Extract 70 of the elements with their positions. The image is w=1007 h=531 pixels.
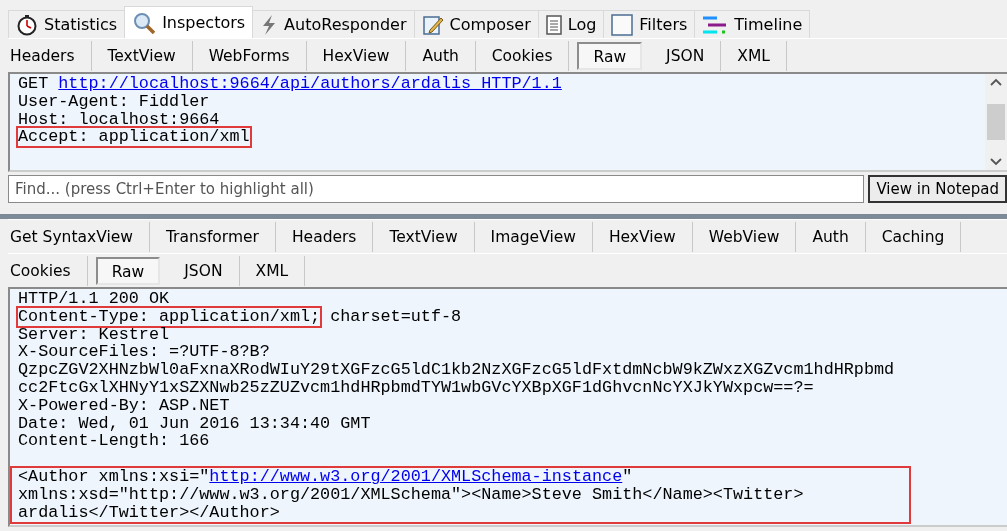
url-link[interactable]: http://www.w3.org/2001/XMLSchema-instance	[209, 468, 623, 486]
scrollbar[interactable]	[985, 74, 1007, 170]
inspector-tab[interactable]: TextView	[91, 40, 193, 71]
tab-label: Timeline	[734, 15, 803, 34]
main-tab[interactable]: AutoResponder	[252, 10, 415, 38]
tab-label: Statistics	[44, 15, 118, 34]
inspector-tab[interactable]: Auth	[406, 40, 476, 71]
request-text-area[interactable]: GET http://localhost:9664/api/authors/ardalis HTTP/1.1 User-Agent: Fiddler Host: localhost:9664 Accept: application/xml	[8, 72, 1007, 172]
tab-label: Inspectors	[162, 13, 246, 32]
code-text: Host: localhost:9664	[18, 110, 220, 129]
inspector-tab[interactable]: WebView	[692, 221, 797, 252]
square-icon	[611, 13, 634, 36]
main-tab[interactable]: Composer	[413, 10, 539, 38]
find-field[interactable]: Find... (press Ctrl+Enter to highlight all)	[8, 175, 865, 203]
inspector-tab[interactable]: JSON	[650, 40, 722, 71]
inspector-tab[interactable]: HexView	[306, 40, 407, 71]
main-tab[interactable]: Statistics	[8, 10, 126, 38]
timeline-icon	[702, 14, 729, 35]
inspector-tab[interactable]: Caching	[865, 221, 962, 252]
code-text: "	[622, 468, 633, 486]
magnifier-icon	[132, 10, 157, 35]
code-text: Date: Wed, 01 Jun 2016 13:34:40 GMT	[18, 414, 371, 433]
code-text: Server: Kestrel	[18, 325, 170, 344]
code-text: HTTP/1.1 200 OK	[18, 290, 170, 308]
inspector-tab[interactable]: Auth	[796, 221, 866, 252]
main-tab[interactable]: Timeline	[694, 10, 811, 38]
code-text: X-Powered-By: ASP.NET	[18, 396, 230, 415]
inspector-tab[interactable]: Headers	[8, 40, 92, 71]
scroll-down-icon[interactable]	[990, 158, 1002, 166]
inspector-tab[interactable]: Transformer	[149, 221, 276, 252]
inspector-tab[interactable]: TextView	[373, 221, 475, 252]
inspector-tab[interactable]: JSON	[168, 255, 240, 286]
code-text: ardalis</Twitter></Author>	[18, 503, 280, 522]
view-in-notepad-button[interactable]: View in Notepad	[868, 175, 1007, 203]
inspector-tab[interactable]: Cookies	[475, 40, 570, 71]
code-text: charset=utf-8	[329, 307, 462, 326]
code-text: X-SourceFiles: =?UTF-8?B?	[18, 343, 270, 362]
code-text: <Author xmlns:xsi="	[18, 468, 210, 486]
inspector-tab[interactable]: Raw	[577, 41, 643, 70]
scroll-thumb[interactable]	[987, 104, 1005, 140]
code-text: User-Agent: Fiddler	[18, 92, 210, 111]
main-tab[interactable]: Log	[537, 10, 605, 38]
code-text: QzpcZGV2XHNzbWl0aFxnaXRodWIuY29tXGFzcG5ldC1kb2NzXGFzcG5ldFxtdmNcbW9kZWxzXGZvcm1hdHRpbmd	[18, 361, 895, 379]
code-text: cc2FtcGxlXHNyY1xSZXNwb25zZUZvcm1hdHRpbmdTYW1wbGVcYXBpXGF1dGhvcnNcYXJkYWxpcw==?=	[18, 379, 814, 397]
url-link[interactable]: http://localhost:9664/api/authors/ardalis HTTP/1.1	[58, 75, 562, 93]
tab-label: Filters	[639, 15, 688, 34]
code-text: xmlns:xsd="http://www.w3.org/2001/XMLSchema"><Name>Steve Smith</Name><Twitter>	[18, 485, 804, 504]
stopwatch-icon	[16, 13, 38, 36]
main-tab[interactable]: Filters	[603, 10, 696, 38]
tab-label: Composer	[449, 15, 531, 34]
inspector-tab[interactable]: Cookies	[8, 255, 88, 286]
scroll-up-icon[interactable]	[990, 78, 1002, 86]
code-text: GET	[18, 75, 50, 93]
code-text: Accept: application/xml	[18, 128, 250, 147]
tab-label: AutoResponder	[284, 15, 407, 34]
document-icon	[545, 14, 562, 35]
main-tab[interactable]: Inspectors	[124, 6, 254, 38]
inspector-tab[interactable]: Raw	[95, 256, 161, 285]
inspector-tab[interactable]: Headers	[275, 221, 374, 252]
notepad-pencil-icon	[421, 13, 444, 36]
inspector-tab[interactable]: HexView	[592, 221, 693, 252]
code-text: Content-Length: 166	[18, 432, 210, 451]
inspector-tab[interactable]: WebForms	[192, 40, 307, 71]
tab-label: Log	[567, 15, 597, 34]
response-text-area[interactable]	[8, 287, 1007, 527]
code-text: Content-Type: application/xml;	[18, 307, 321, 326]
inspector-tab[interactable]: Get SyntaxView	[8, 221, 150, 252]
inspector-tab[interactable]: XML	[721, 40, 787, 71]
inspector-tab[interactable]: XML	[239, 255, 306, 286]
inspector-tab[interactable]: ImageView	[474, 221, 593, 252]
